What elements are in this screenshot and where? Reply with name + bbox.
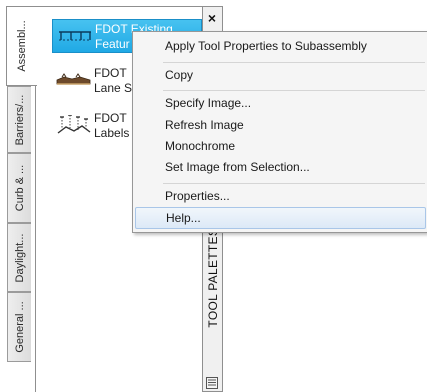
menu-item-specify-image[interactable]: Specify Image... — [135, 93, 426, 115]
tab-daylight[interactable]: Daylight... — [7, 223, 31, 292]
tab-daylight-label: Daylight... — [13, 233, 26, 282]
tab-general-label: General ... — [13, 301, 26, 353]
menu-separator — [163, 90, 425, 91]
palette-item-labels-text: FDOT Labels — [94, 111, 129, 141]
lane-subassembly-icon — [56, 73, 91, 85]
context-menu: Apply Tool Properties to Subassembly Cop… — [132, 31, 427, 233]
menu-item-apply-tool-properties[interactable]: Apply Tool Properties to Subassembly — [135, 36, 426, 58]
tab-assemblies[interactable]: Assembl... — [6, 6, 37, 86]
existing-features-icon — [59, 31, 91, 41]
menu-separator — [163, 183, 425, 184]
tab-general[interactable]: General ... — [7, 292, 31, 362]
tab-barriers[interactable]: Barriers/... — [7, 86, 31, 153]
menu-item-refresh-image[interactable]: Refresh Image — [135, 115, 426, 137]
menu-separator — [163, 62, 425, 63]
tab-curb[interactable]: Curb & ... — [7, 153, 31, 223]
palette-item-line1: FDOT — [94, 111, 127, 125]
labels-icon — [57, 115, 91, 134]
palette-item-line2: Labels — [94, 126, 130, 140]
palette-item-line1: FDOT — [94, 66, 127, 80]
menu-item-properties[interactable]: Properties... — [135, 186, 426, 208]
palette-tab-strip: Assembl... Barriers/... Curb & ... Dayli… — [3, 6, 37, 392]
close-button[interactable]: × — [203, 9, 221, 27]
menu-item-help[interactable]: Help... — [135, 207, 426, 229]
menu-item-set-image-from-selection[interactable]: Set Image from Selection... — [135, 157, 426, 179]
menu-item-copy[interactable]: Copy — [135, 65, 426, 87]
tab-curb-label: Curb & ... — [13, 164, 26, 212]
palette-item-line2: Lane S — [94, 81, 133, 95]
tab-assemblies-label: Assembl... — [16, 20, 28, 72]
menu-item-monochrome[interactable]: Monochrome — [135, 136, 426, 158]
tab-barriers-label: Barriers/... — [13, 94, 26, 145]
properties-icon[interactable] — [205, 376, 219, 390]
palette-item-lane-subassembly-text: FDOT Lane S — [94, 66, 132, 96]
